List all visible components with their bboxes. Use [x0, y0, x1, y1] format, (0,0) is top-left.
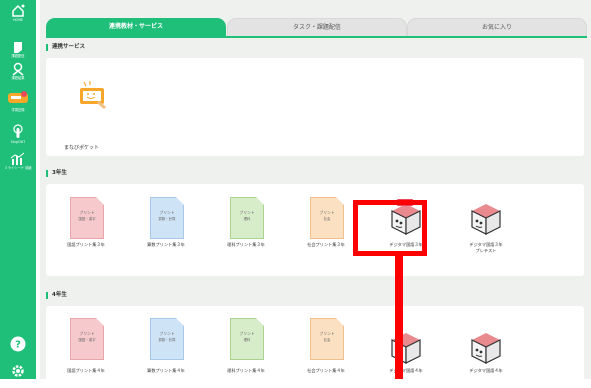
sidebar-item-label: 学習記録: [11, 108, 25, 112]
material-card[interactable]: プリント 社会 社会プリント集３年: [296, 197, 356, 267]
material-card[interactable]: プリント 算数・計算 算数プリント集４年: [136, 318, 196, 388]
chart-icon: [10, 152, 25, 165]
sidebar-item-record[interactable]: 学習記録: [0, 108, 36, 112]
settings-button[interactable]: [0, 364, 36, 378]
assignment-icon: [14, 42, 22, 53]
manabi-pocket-icon: [80, 81, 106, 110]
section-title-grade3: 3年生: [46, 170, 67, 177]
material-caption: 国語プリント集４年: [67, 368, 105, 373]
grade3-panel: プリント 国語・漢字 国語プリント集３年 プリント 算数・計算 算数プリント集３…: [46, 184, 584, 276]
material-caption: 算数プリント集３年: [147, 242, 185, 247]
doc-subject: 社会: [323, 338, 331, 342]
highlight-box: [353, 200, 427, 256]
doc-subject: 社会: [323, 217, 331, 221]
print-doc-icon: プリント 理科: [230, 197, 264, 239]
print-doc-icon: プリント 社会: [310, 318, 344, 360]
sidebar-item-label: ミライシード 成績: [4, 166, 32, 170]
home-icon: [12, 4, 25, 17]
print-doc-icon: プリント 社会: [310, 197, 344, 239]
material-caption: 社会プリント集４年: [307, 368, 345, 373]
material-caption: デジタマ国語４年: [389, 368, 423, 373]
tab-underline: [46, 36, 587, 38]
sidebar-item-label: HOME: [13, 18, 23, 22]
question-icon: ?: [10, 336, 26, 352]
doc-subject: 理科: [243, 338, 251, 342]
sidebar-item-seiseki[interactable]: ミライシード 成績: [0, 152, 36, 170]
material-card[interactable]: プリント 社会 社会プリント集４年: [296, 318, 356, 388]
print-doc-icon: プリント 理科: [230, 318, 264, 360]
material-caption: 理科プリント集３年: [227, 242, 265, 247]
print-doc-icon: プリント 国語・漢字: [70, 318, 104, 360]
material-caption: 理科プリント集４年: [227, 368, 265, 373]
sidebar-item-label: 課題結果: [11, 76, 25, 80]
tab-favorites[interactable]: お気に入り: [407, 18, 587, 38]
main-content: 連携教材・サービス タスク・課題配信 お気に入り 連携サービス まなびポケット …: [40, 0, 591, 386]
material-caption: 算数プリント集４年: [147, 368, 185, 373]
material-card-digitama[interactable]: デジタマ国語４年: [376, 318, 436, 388]
tab-bar: 連携教材・サービス タスク・課題配信 お気に入り: [46, 18, 587, 38]
material-card[interactable]: プリント 国語・漢字 国語プリント集４年: [56, 318, 116, 388]
print-doc-icon: プリント 算数・計算: [150, 197, 184, 239]
digitama-icon: [471, 333, 501, 364]
sidebar-item-sing[interactable]: Sing!287: [0, 124, 36, 144]
material-caption: 社会プリント集３年: [307, 242, 345, 247]
digitama-icon: [471, 204, 501, 235]
sidebar-item-label: Sing!287: [10, 140, 26, 144]
touch-icon: [13, 124, 23, 138]
service-card-label: まなびポケット: [64, 145, 100, 151]
doc-subject: 理科: [243, 217, 251, 221]
material-caption: デジタマ国語４年: [469, 368, 503, 373]
material-caption: 国語プリント集３年: [67, 242, 105, 247]
sidebar-item-label: 課題配信: [11, 54, 25, 58]
tab-tasks[interactable]: タスク・課題配信: [227, 18, 407, 38]
service-card-manabi[interactable]: まなびポケット: [56, 80, 116, 151]
material-caption-sub: プレテスト: [475, 248, 497, 253]
doc-subject: 国語・漢字: [78, 217, 96, 221]
material-card-digitama-pretest[interactable]: デジタマ国語３年 プレテスト: [456, 197, 516, 267]
sidebar-item-assignment[interactable]: 課題配信: [0, 40, 36, 58]
print-doc-icon: プリント 国語・漢字: [70, 197, 104, 239]
svg-text:?: ?: [15, 340, 21, 351]
material-card[interactable]: プリント 理科 理科プリント集３年: [216, 197, 276, 267]
highlight-pointer-line: [395, 254, 403, 379]
section-title-grade4: 4年生: [46, 292, 67, 299]
material-card[interactable]: プリント 算数・計算 算数プリント集３年: [136, 197, 196, 267]
services-panel: まなびポケット: [46, 58, 584, 156]
results-icon: [12, 62, 24, 76]
doc-subject: 算数・計算: [158, 338, 176, 342]
material-card[interactable]: プリント 国語・漢字 国語プリント集３年: [56, 197, 116, 267]
material-card-digitama[interactable]: デジタマ国語４年: [456, 318, 516, 388]
section-title-services: 連携サービス: [46, 44, 85, 51]
grade4-panel: プリント 国語・漢字 国語プリント集４年 プリント 算数・計算 算数プリント集４…: [46, 306, 584, 386]
doc-subject: 国語・漢字: [78, 338, 96, 342]
sidebar-item-results[interactable]: 課題結果: [0, 62, 36, 80]
sidebar: HOME 課題配信 課題結果 学習記録 Sing!287 ミライシード 成績 ?: [0, 0, 36, 379]
sidebar-item-manabi[interactable]: [0, 90, 36, 106]
sidebar-item-home[interactable]: HOME: [0, 4, 36, 22]
help-button[interactable]: ?: [0, 336, 36, 352]
gear-icon: [12, 365, 24, 377]
tab-services[interactable]: 連携教材・サービス: [46, 18, 226, 36]
print-doc-icon: プリント 算数・計算: [150, 318, 184, 360]
material-card[interactable]: プリント 理科 理科プリント集４年: [216, 318, 276, 388]
manabi-logo: [8, 91, 28, 103]
doc-subject: 算数・計算: [158, 217, 176, 221]
